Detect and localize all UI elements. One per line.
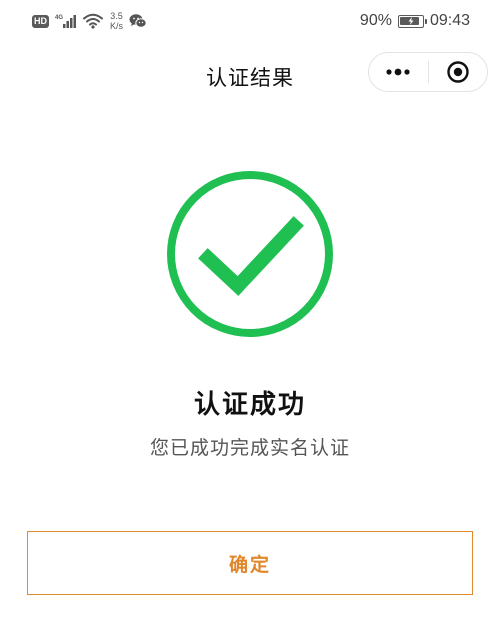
confirm-button[interactable]: 确定 xyxy=(27,531,473,595)
check-circle-icon xyxy=(167,171,333,337)
hd-badge: HD xyxy=(32,14,49,28)
charging-bolt-icon xyxy=(408,17,414,25)
wifi-icon xyxy=(83,13,103,29)
status-bar-right: 90% 09:43 xyxy=(360,10,470,32)
signal-icon: 4G xyxy=(55,15,76,28)
battery-icon xyxy=(397,14,427,28)
status-bar: HD 4G 3.5 K/s 90% 09:43 xyxy=(0,0,500,40)
nav-bar: 认证结果 xyxy=(0,48,500,104)
status-bar-left: HD 4G 3.5 K/s xyxy=(32,10,147,32)
more-dots-icon xyxy=(386,68,410,76)
net-speed-unit: K/s xyxy=(110,21,124,31)
net-speed: 3.5 K/s xyxy=(110,11,123,31)
screen: HD 4G 3.5 K/s 90% 09:43 认证结果 认证成功 您已成功完成… xyxy=(0,0,500,638)
status-time: 09:43 xyxy=(429,12,470,29)
result-description: 您已成功完成实名认证 xyxy=(149,437,350,459)
battery-percent: 90% xyxy=(359,12,392,29)
wechat-icon xyxy=(129,14,147,28)
network-type-label: 4G xyxy=(55,15,63,21)
mini-program-capsule xyxy=(368,52,488,92)
net-speed-value: 3.5 xyxy=(110,11,123,21)
close-button[interactable] xyxy=(429,53,488,91)
result-title: 认证成功 xyxy=(193,390,306,420)
more-button[interactable] xyxy=(369,53,428,91)
close-target-icon xyxy=(447,61,469,83)
